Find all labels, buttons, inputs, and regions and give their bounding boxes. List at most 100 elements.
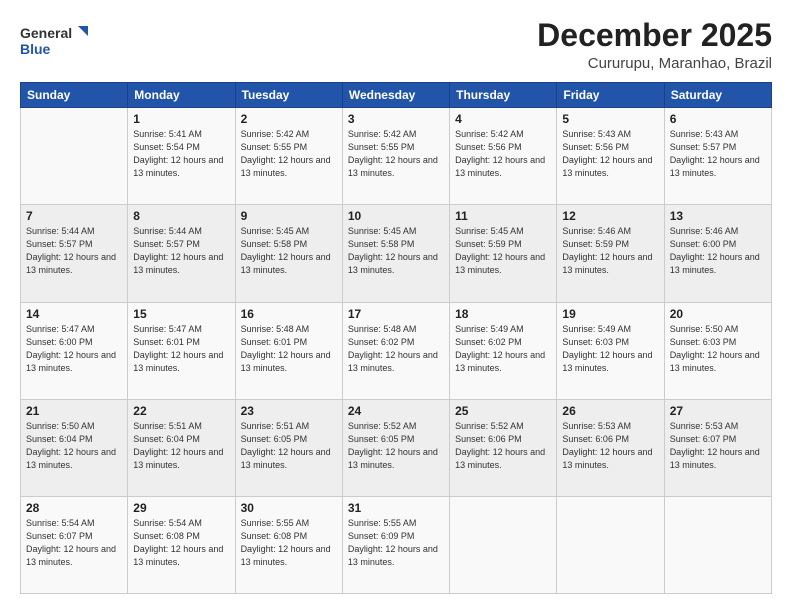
day-info: Sunrise: 5:49 AM Sunset: 6:02 PM Dayligh…: [455, 323, 551, 375]
calendar-cell: [664, 496, 771, 593]
calendar-cell: 29 Sunrise: 5:54 AM Sunset: 6:08 PM Dayli…: [128, 496, 235, 593]
day-info: Sunrise: 5:53 AM Sunset: 6:06 PM Dayligh…: [562, 420, 658, 472]
calendar-cell: 4 Sunrise: 5:42 AM Sunset: 5:56 PM Daylig…: [450, 108, 557, 205]
day-number: 5: [562, 112, 658, 126]
logo-svg: General Blue: [20, 22, 90, 64]
day-info: Sunrise: 5:54 AM Sunset: 6:07 PM Dayligh…: [26, 517, 122, 569]
day-number: 21: [26, 404, 122, 418]
day-number: 29: [133, 501, 229, 515]
day-number: 28: [26, 501, 122, 515]
calendar-cell: 19Sunrise: 5:49 AM Sunset: 6:03 PM Dayli…: [557, 302, 664, 399]
day-info: Sunrise: 5:54 AM Sunset: 6:08 PM Dayligh…: [133, 517, 229, 569]
calendar-cell: 1Sunrise: 5:41 AM Sunset: 5:54 PM Daylig…: [128, 108, 235, 205]
location: Cururupu, Maranhao, Brazil: [537, 55, 772, 72]
day-info: Sunrise: 5:42 AM Sunset: 5:55 PM Dayligh…: [348, 128, 444, 180]
calendar-cell: 6Sunrise: 5:43 AM Sunset: 5:57 PM Daylig…: [664, 108, 771, 205]
calendar-cell: 26Sunrise: 5:53 AM Sunset: 6:06 PM Dayli…: [557, 399, 664, 496]
day-info: Sunrise: 5:52 AM Sunset: 6:06 PM Dayligh…: [455, 420, 551, 472]
week-row-4: 21 Sunrise: 5:50 AM Sunset: 6:04 PM Dayli…: [21, 399, 772, 496]
day-number: 24: [348, 404, 444, 418]
calendar-table: SundayMondayTuesdayWednesdayThursdayFrid…: [20, 82, 772, 594]
day-number: 30: [241, 501, 337, 515]
day-info: Sunrise: 5:42 AM Sunset: 5:56 PM Dayligh…: [455, 128, 551, 180]
calendar-cell: 18 Sunrise: 5:49 AM Sunset: 6:02 PM Dayli…: [450, 302, 557, 399]
calendar-cell: 22 Sunrise: 5:51 AM Sunset: 6:04 PM Dayli…: [128, 399, 235, 496]
day-info: Sunrise: 5:55 AM Sunset: 6:09 PM Dayligh…: [348, 517, 444, 569]
calendar-cell: 20Sunrise: 5:50 AM Sunset: 6:03 PM Dayli…: [664, 302, 771, 399]
day-number: 10: [348, 209, 444, 223]
calendar-cell: 25 Sunrise: 5:52 AM Sunset: 6:06 PM Dayli…: [450, 399, 557, 496]
day-number: 1: [133, 112, 229, 126]
weekday-header-wednesday: Wednesday: [342, 83, 449, 108]
day-number: 11: [455, 209, 551, 223]
day-number: 22: [133, 404, 229, 418]
day-info: Sunrise: 5:51 AM Sunset: 6:04 PM Dayligh…: [133, 420, 229, 472]
day-info: Sunrise: 5:51 AM Sunset: 6:05 PM Dayligh…: [241, 420, 337, 472]
day-number: 19: [562, 307, 658, 321]
day-info: Sunrise: 5:43 AM Sunset: 5:57 PM Dayligh…: [670, 128, 766, 180]
day-info: Sunrise: 5:45 AM Sunset: 5:59 PM Dayligh…: [455, 225, 551, 277]
day-number: 7: [26, 209, 122, 223]
calendar-cell: 31 Sunrise: 5:55 AM Sunset: 6:09 PM Dayli…: [342, 496, 449, 593]
day-info: Sunrise: 5:53 AM Sunset: 6:07 PM Dayligh…: [670, 420, 766, 472]
calendar-cell: 10 Sunrise: 5:45 AM Sunset: 5:58 PM Dayli…: [342, 205, 449, 302]
day-number: 31: [348, 501, 444, 515]
weekday-header-sunday: Sunday: [21, 83, 128, 108]
day-number: 17: [348, 307, 444, 321]
day-info: Sunrise: 5:47 AM Sunset: 6:00 PM Dayligh…: [26, 323, 122, 375]
day-info: Sunrise: 5:55 AM Sunset: 6:08 PM Dayligh…: [241, 517, 337, 569]
calendar-cell: 2Sunrise: 5:42 AM Sunset: 5:55 PM Daylig…: [235, 108, 342, 205]
calendar-cell: 9 Sunrise: 5:45 AM Sunset: 5:58 PM Daylig…: [235, 205, 342, 302]
day-info: Sunrise: 5:46 AM Sunset: 5:59 PM Dayligh…: [562, 225, 658, 277]
day-number: 16: [241, 307, 337, 321]
day-info: Sunrise: 5:45 AM Sunset: 5:58 PM Dayligh…: [241, 225, 337, 277]
day-number: 8: [133, 209, 229, 223]
day-number: 4: [455, 112, 551, 126]
calendar-cell: 11 Sunrise: 5:45 AM Sunset: 5:59 PM Dayli…: [450, 205, 557, 302]
weekday-header-thursday: Thursday: [450, 83, 557, 108]
calendar-cell: 15 Sunrise: 5:47 AM Sunset: 6:01 PM Dayli…: [128, 302, 235, 399]
calendar-cell: [450, 496, 557, 593]
logo-general: General: [20, 25, 72, 41]
calendar-cell: 23 Sunrise: 5:51 AM Sunset: 6:05 PM Dayli…: [235, 399, 342, 496]
day-info: Sunrise: 5:50 AM Sunset: 6:03 PM Dayligh…: [670, 323, 766, 375]
day-info: Sunrise: 5:48 AM Sunset: 6:02 PM Dayligh…: [348, 323, 444, 375]
page: General Blue December 2025 Cururupu, Mar…: [0, 0, 792, 612]
day-number: 18: [455, 307, 551, 321]
day-info: Sunrise: 5:48 AM Sunset: 6:01 PM Dayligh…: [241, 323, 337, 375]
day-info: Sunrise: 5:47 AM Sunset: 6:01 PM Dayligh…: [133, 323, 229, 375]
logo: General Blue: [20, 22, 90, 64]
week-row-5: 28 Sunrise: 5:54 AM Sunset: 6:07 PM Dayli…: [21, 496, 772, 593]
day-info: Sunrise: 5:52 AM Sunset: 6:05 PM Dayligh…: [348, 420, 444, 472]
month-title: December 2025: [537, 18, 772, 53]
day-number: 15: [133, 307, 229, 321]
day-number: 27: [670, 404, 766, 418]
day-number: 9: [241, 209, 337, 223]
week-row-1: 1Sunrise: 5:41 AM Sunset: 5:54 PM Daylig…: [21, 108, 772, 205]
title-block: December 2025 Cururupu, Maranhao, Brazil: [537, 18, 772, 72]
day-info: Sunrise: 5:43 AM Sunset: 5:56 PM Dayligh…: [562, 128, 658, 180]
calendar-cell: 14Sunrise: 5:47 AM Sunset: 6:00 PM Dayli…: [21, 302, 128, 399]
calendar-cell: 28 Sunrise: 5:54 AM Sunset: 6:07 PM Dayli…: [21, 496, 128, 593]
weekday-header-saturday: Saturday: [664, 83, 771, 108]
calendar-cell: 27 Sunrise: 5:53 AM Sunset: 6:07 PM Dayli…: [664, 399, 771, 496]
calendar-cell: 12Sunrise: 5:46 AM Sunset: 5:59 PM Dayli…: [557, 205, 664, 302]
weekday-header-friday: Friday: [557, 83, 664, 108]
calendar-cell: 7Sunrise: 5:44 AM Sunset: 5:57 PM Daylig…: [21, 205, 128, 302]
day-number: 25: [455, 404, 551, 418]
calendar-cell: 21 Sunrise: 5:50 AM Sunset: 6:04 PM Dayli…: [21, 399, 128, 496]
weekday-header-row: SundayMondayTuesdayWednesdayThursdayFrid…: [21, 83, 772, 108]
calendar-cell: [557, 496, 664, 593]
calendar-cell: 3 Sunrise: 5:42 AM Sunset: 5:55 PM Daylig…: [342, 108, 449, 205]
day-info: Sunrise: 5:45 AM Sunset: 5:58 PM Dayligh…: [348, 225, 444, 277]
calendar-cell: 5 Sunrise: 5:43 AM Sunset: 5:56 PM Daylig…: [557, 108, 664, 205]
day-info: Sunrise: 5:42 AM Sunset: 5:55 PM Dayligh…: [241, 128, 337, 180]
day-number: 13: [670, 209, 766, 223]
header: General Blue December 2025 Cururupu, Mar…: [20, 18, 772, 72]
calendar-cell: 16 Sunrise: 5:48 AM Sunset: 6:01 PM Dayli…: [235, 302, 342, 399]
day-number: 3: [348, 112, 444, 126]
day-info: Sunrise: 5:44 AM Sunset: 5:57 PM Dayligh…: [133, 225, 229, 277]
logo-arrow: [78, 26, 88, 36]
day-number: 23: [241, 404, 337, 418]
day-info: Sunrise: 5:50 AM Sunset: 6:04 PM Dayligh…: [26, 420, 122, 472]
